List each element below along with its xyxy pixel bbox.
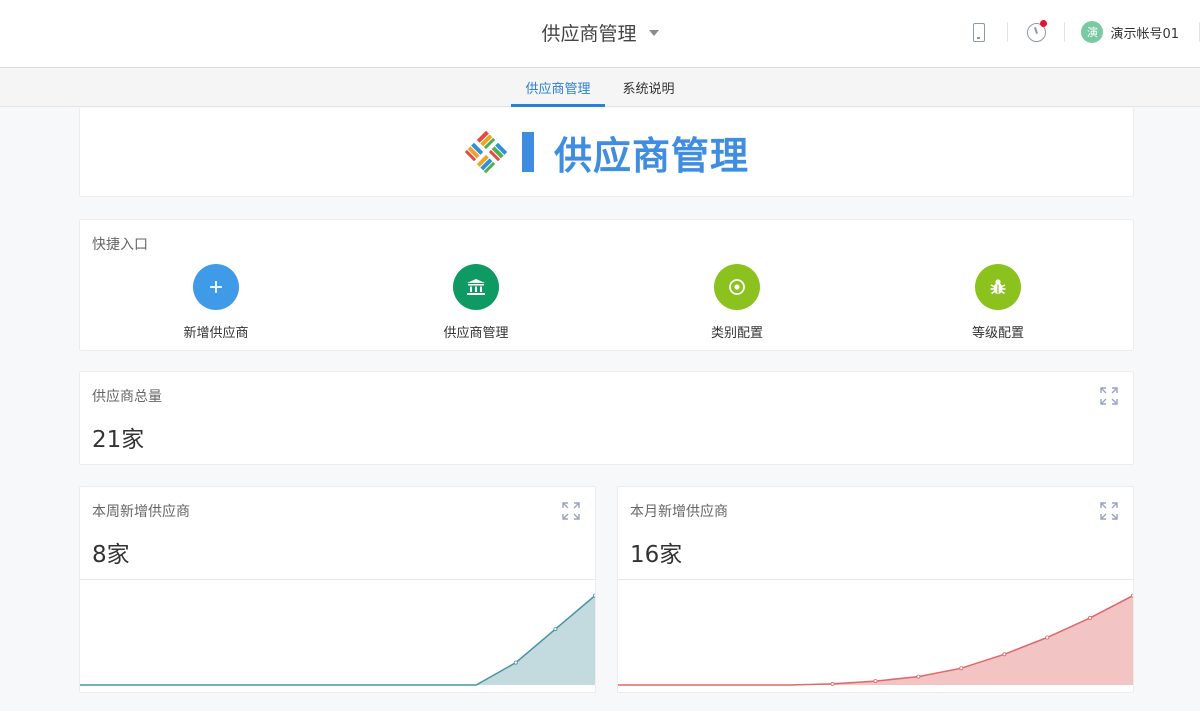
monthly-data-point[interactable] (1045, 635, 1050, 640)
quick-add-supplier[interactable]: 新增供应商 (156, 264, 276, 341)
monthly-area-chart (618, 593, 1133, 686)
weekly-data-point[interactable] (593, 593, 595, 598)
chevron-down-icon[interactable] (648, 30, 659, 36)
weekly-area-chart (80, 593, 595, 686)
stat-value: 21家 (92, 427, 145, 453)
monthly-new-card: 本月新增供应商 16家 (617, 486, 1134, 693)
mobile-button[interactable] (951, 0, 1007, 64)
supplier-total-card: 供应商总量 21家 (79, 371, 1134, 465)
support-button[interactable] (1008, 0, 1064, 64)
banner-card: 供应商管理 (79, 108, 1134, 197)
monthly-data-point[interactable] (873, 679, 878, 684)
title-bar-mark (521, 132, 534, 172)
quick-category-config[interactable]: 类别配置 (677, 264, 797, 341)
bank-icon[interactable] (453, 264, 499, 310)
top-header: 供应商管理 演 演示帐号01 (0, 0, 1200, 68)
stat-title: 本月新增供应商 (630, 504, 728, 520)
expand-icon[interactable] (1099, 386, 1119, 406)
weekly-data-point[interactable] (513, 660, 518, 665)
quick-level-config[interactable]: 等级配置 (938, 264, 1058, 341)
notification-dot (1040, 20, 1048, 27)
stat-value: 8家 (92, 542, 130, 568)
monthly-data-point[interactable] (1002, 652, 1007, 657)
plus-icon[interactable] (193, 264, 239, 310)
weekly-chart (80, 579, 595, 692)
quick-entry-card: 快捷入口 新增供应商 供应商管理 类别配置 等级配置 (79, 219, 1134, 351)
weekly-area-fill (80, 595, 595, 685)
monthly-data-point[interactable] (1131, 593, 1133, 598)
tab-supplier-management[interactable]: 供应商管理 (511, 69, 605, 107)
weekly-data-point[interactable] (553, 627, 558, 632)
quick-item-label: 类别配置 (710, 326, 763, 341)
monthly-chart (618, 579, 1133, 692)
monthly-data-point[interactable] (1088, 615, 1093, 620)
monthly-data-point[interactable] (830, 681, 835, 686)
user-name: 演示帐号01 (1110, 26, 1179, 42)
mobile-icon (973, 22, 986, 42)
banner-title: 供应商管理 (553, 133, 749, 178)
quick-item-label: 等级配置 (971, 326, 1024, 341)
monthly-area-fill (618, 595, 1133, 685)
header-actions: 演 演示帐号01 (951, 0, 1200, 64)
stat-title: 本周新增供应商 (92, 504, 190, 520)
monthly-data-point[interactable] (916, 674, 921, 679)
monthly-data-point[interactable] (959, 666, 964, 671)
weekly-new-card: 本周新增供应商 8家 (79, 486, 596, 693)
quick-supplier-management[interactable]: 供应商管理 (416, 264, 536, 341)
user-menu[interactable]: 演 演示帐号01 (1065, 0, 1199, 64)
expand-icon[interactable] (1099, 501, 1119, 521)
expand-icon[interactable] (561, 501, 581, 521)
stat-title: 供应商总量 (92, 389, 162, 405)
tab-system-info[interactable]: 系统说明 (609, 69, 689, 106)
quick-item-label: 供应商管理 (443, 326, 509, 341)
quick-item-label: 新增供应商 (183, 326, 249, 341)
logo-icon (464, 130, 508, 174)
banner: 供应商管理 (80, 108, 1133, 196)
app-title[interactable]: 供应商管理 (541, 19, 636, 46)
bug-icon[interactable] (975, 264, 1021, 310)
stat-value: 16家 (630, 542, 683, 568)
target-icon[interactable] (714, 264, 760, 310)
avatar: 演 (1081, 21, 1104, 43)
quick-entry-title: 快捷入口 (92, 237, 148, 253)
tab-bar: 供应商管理 系统说明 (0, 69, 1200, 107)
